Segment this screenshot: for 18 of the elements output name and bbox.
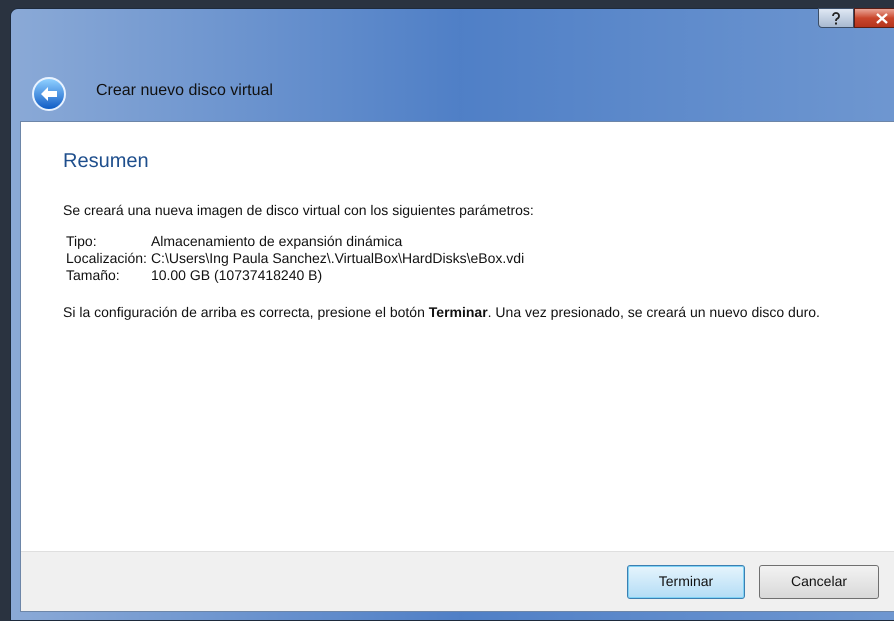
- help-button[interactable]: [818, 8, 854, 28]
- parameter-label: Tipo:: [66, 233, 98, 250]
- dialog-button[interactable]: Cancelar: [759, 564, 879, 598]
- parameter-value: Almacenamiento de expansión dinámica: [150, 233, 404, 250]
- parameter-label: Tamaño:: [66, 267, 121, 284]
- close-icon: [876, 12, 888, 24]
- window-title: Crear nuevo disco virtual: [96, 81, 273, 101]
- instruction-text: Si la configuración de arriba es correcta, presione el botón Terminar. Una vez presionado, se creará un nuevo disco duro.: [63, 303, 821, 322]
- help-icon: [831, 12, 841, 24]
- close-button[interactable]: [854, 8, 894, 28]
- parameter-value: C:\Users\Ing Paula Sanchez\.VirtualBox\HardDisks\eBox.vdi: [150, 250, 526, 267]
- dialog-button[interactable]: Terminar: [627, 564, 745, 598]
- parameter-label: Localización:: [66, 250, 147, 267]
- page-heading: Resumen: [63, 149, 150, 174]
- back-arrow-icon: [40, 86, 58, 102]
- back-button[interactable]: [32, 77, 66, 111]
- parameter-value: 10.00 GB (10737418240 B): [150, 267, 324, 284]
- intro-text: Se creará una nueva imagen de disco virtual con los siguientes parámetros:: [63, 201, 535, 220]
